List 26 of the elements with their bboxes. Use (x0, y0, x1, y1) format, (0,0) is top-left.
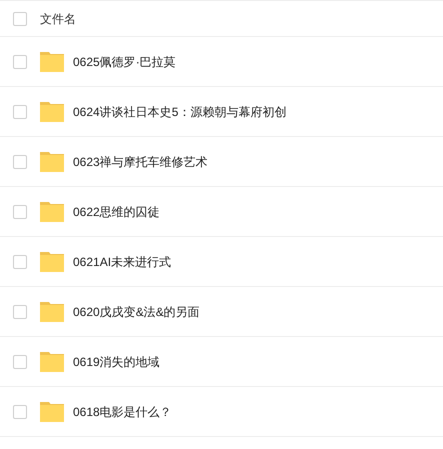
folder-icon (40, 401, 64, 422)
checkbox[interactable] (13, 154, 27, 168)
checkbox[interactable] (13, 104, 27, 118)
folder-icon (40, 51, 64, 72)
checkbox[interactable] (13, 12, 27, 26)
file-name[interactable]: 0622思维的囚徒 (73, 202, 160, 220)
file-name[interactable]: 0621AI未来进行式 (73, 252, 172, 270)
file-name[interactable]: 0620戊戌变&法&的另面 (73, 302, 200, 320)
folder-icon (40, 151, 64, 172)
file-name[interactable]: 0624讲谈社日本史5：源赖朝与幕府初创 (73, 102, 286, 120)
folder-icon (40, 351, 64, 372)
file-name[interactable]: 0623禅与摩托车维修艺术 (73, 152, 208, 170)
checkbox[interactable] (13, 304, 27, 318)
checkbox[interactable] (13, 204, 27, 218)
checkbox[interactable] (13, 354, 27, 368)
folder-icon (40, 251, 64, 272)
folder-icon (40, 201, 64, 222)
file-name[interactable]: 0619消失的地域 (73, 352, 160, 370)
file-name[interactable]: 0618电影是什么？ (73, 402, 172, 420)
file-name[interactable]: 0625佩德罗·巴拉莫 (73, 52, 176, 70)
checkbox[interactable] (13, 254, 27, 268)
column-header: 文件名 (40, 10, 76, 28)
folder-icon (40, 101, 64, 122)
checkbox[interactable] (13, 404, 27, 418)
folder-icon (40, 301, 64, 322)
checkbox[interactable] (13, 54, 27, 68)
